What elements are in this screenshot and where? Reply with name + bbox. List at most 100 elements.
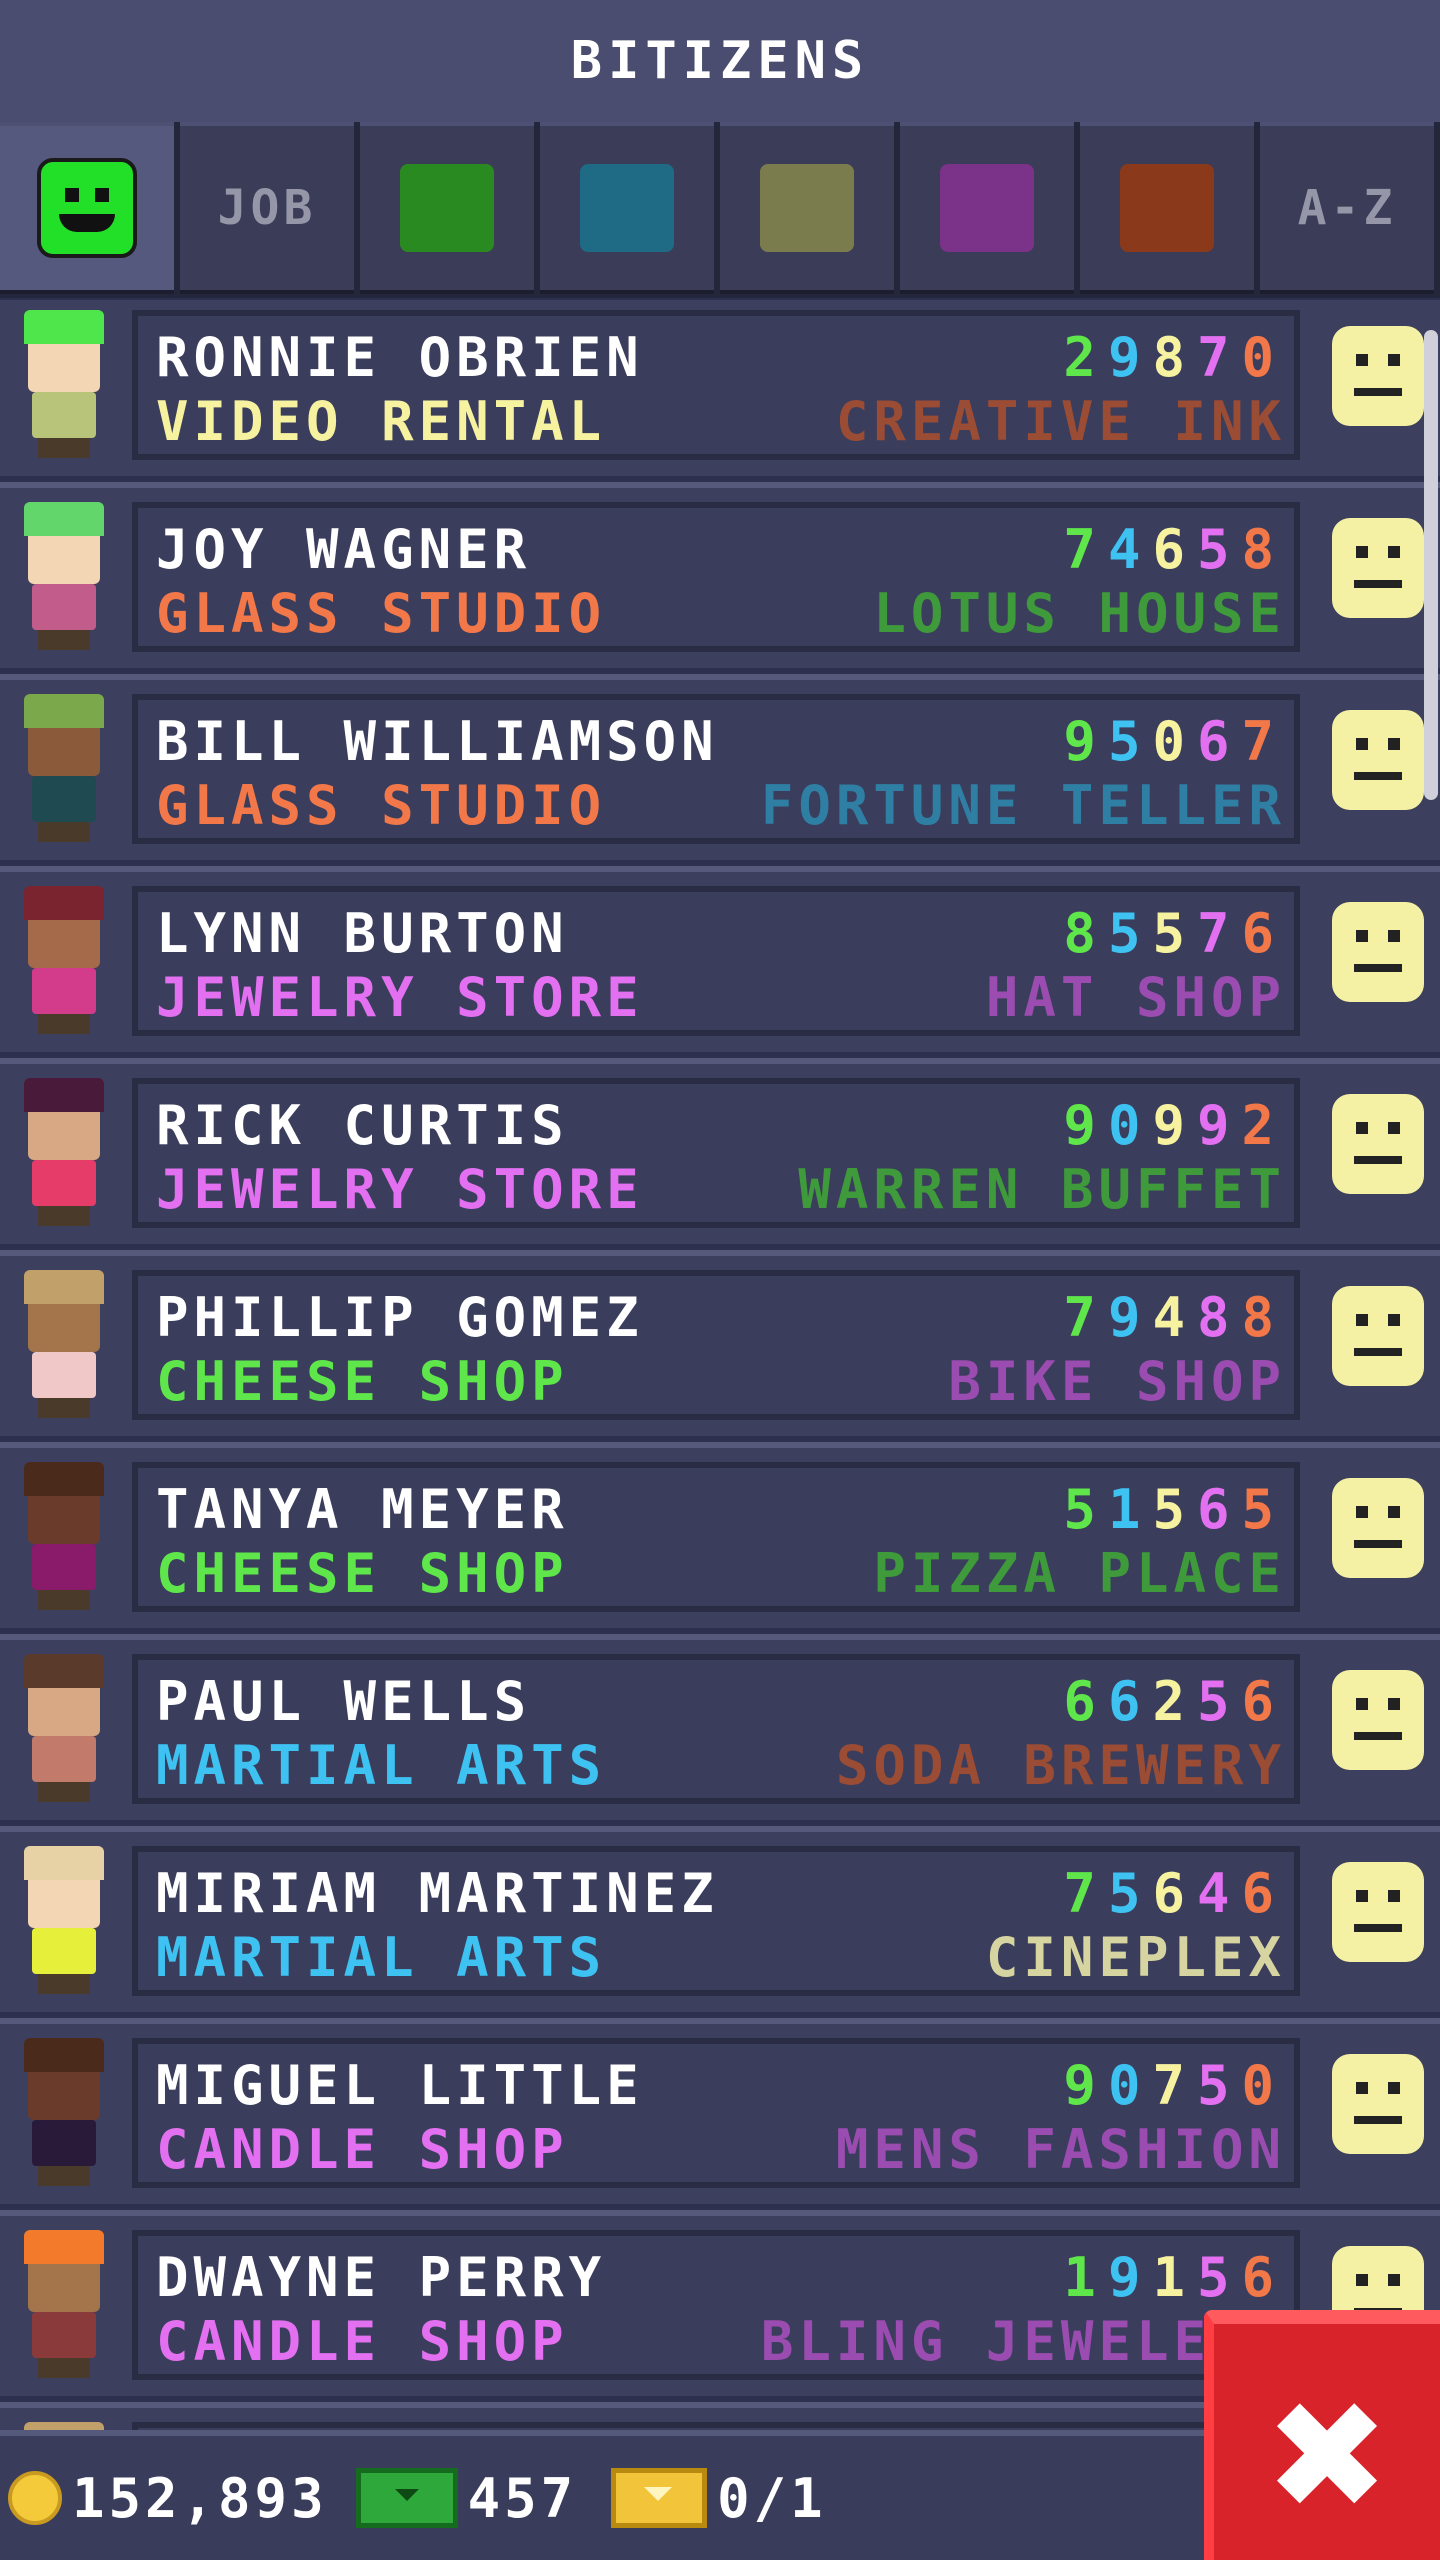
- skill-rating: 4: [1152, 1286, 1197, 1349]
- bitizen-row[interactable]: TANYA MEYER CHEESE SHOP 51565 PIZZA PLACE: [0, 1442, 1440, 1628]
- bitizen-row[interactable]: RONNIE OBRIEN VIDEO RENTAL 29870 CREATIVE I…: [0, 300, 1440, 476]
- current-job: CHEESE SHOP: [156, 1542, 569, 1605]
- current-job: MARTIAL ARTS: [156, 1926, 607, 1989]
- smiley-face-icon: [37, 158, 137, 258]
- bitizen-card: LYDIA WOOD828: [132, 2422, 1300, 2430]
- bitizen-row[interactable]: BILL WILLIAMSON GLASS STUDIO 95067 FORTUNE …: [0, 674, 1440, 860]
- recreation-category-swatch-icon: [760, 164, 854, 252]
- skill-ratings: 74658: [1063, 518, 1286, 581]
- current-job: GLASS STUDIO: [156, 774, 607, 837]
- tab-recreation-category[interactable]: [720, 122, 894, 294]
- bitizen-name: RONNIE OBRIEN: [156, 326, 644, 389]
- skill-rating: 6: [1196, 710, 1242, 773]
- bitizen-avatar: [16, 2038, 112, 2188]
- bitizen-name: DWAYNE PERRY: [156, 2246, 607, 2309]
- retail-category-swatch-icon: [940, 164, 1034, 252]
- neutral-face-icon: [1332, 326, 1424, 426]
- skill-rating: 1: [1152, 2246, 1197, 2309]
- current-job: CHEESE SHOP: [156, 1350, 569, 1413]
- skill-ratings: 79488: [1063, 1286, 1286, 1349]
- neutral-face-icon: [1332, 1478, 1424, 1578]
- scrollbar[interactable]: [1424, 330, 1438, 800]
- skill-rating: 4: [1107, 518, 1153, 581]
- bitizen-name: PAUL WELLS: [156, 1670, 532, 1733]
- bitizen-avatar: [16, 1846, 112, 1996]
- skill-ratings: 51565: [1063, 1478, 1286, 1541]
- bitizen-name: RICK CURTIS: [156, 1094, 569, 1157]
- tab-food-category[interactable]: [360, 122, 534, 294]
- bitizen-row[interactable]: PHILLIP GOMEZ CHEESE SHOP 79488 BIKE SHOP: [0, 1250, 1440, 1436]
- vip-ticket-icon: [611, 2468, 708, 2528]
- skill-rating: 5: [1152, 1478, 1197, 1541]
- skill-rating: 6: [1152, 1862, 1197, 1925]
- neutral-face-icon: [1332, 1670, 1424, 1770]
- skill-ratings: 95067: [1063, 710, 1286, 773]
- bitizen-row[interactable]: MIRIAM MARTINEZ MARTIAL ARTS 75646 CINEPLEX: [0, 1826, 1440, 2012]
- current-job: JEWELRY STORE: [156, 1158, 644, 1221]
- tab-creative-category[interactable]: [1080, 122, 1254, 294]
- skill-rating: 5: [1241, 1478, 1286, 1541]
- bitizen-row[interactable]: MIGUEL LITTLE CANDLE SHOP 90750 MENS FASHIO…: [0, 2018, 1440, 2204]
- skill-rating: 6: [1063, 1670, 1108, 1733]
- vip-count: 0/1: [717, 2466, 827, 2530]
- current-job: CANDLE SHOP: [156, 2310, 569, 2373]
- bitizen-name: MIRIAM MARTINEZ: [156, 1862, 719, 1925]
- neutral-face-icon: [1332, 518, 1424, 618]
- bitizen-row[interactable]: LYNN BURTON JEWELRY STORE 85576 HAT SHOP: [0, 866, 1440, 1052]
- service-category-swatch-icon: [580, 164, 674, 252]
- skill-rating: 8: [1196, 1286, 1242, 1349]
- close-button[interactable]: ✖: [1204, 2310, 1440, 2560]
- coin-icon: [8, 2471, 62, 2525]
- dream-job: HAT SHOP: [985, 966, 1286, 1029]
- bitizen-name: MIGUEL LITTLE: [156, 2054, 644, 2117]
- coins-count: 152,893: [72, 2466, 328, 2530]
- skill-rating: 7: [1152, 2054, 1197, 2117]
- skill-rating: 6: [1152, 518, 1197, 581]
- bitizen-card: RICK CURTIS JEWELRY STORE 90992 WARREN BUFF…: [132, 1078, 1300, 1228]
- bitizen-card: RONNIE OBRIEN VIDEO RENTAL 29870 CREATIVE I…: [132, 310, 1300, 460]
- skill-rating: 7: [1063, 518, 1108, 581]
- bitizen-row[interactable]: JOY WAGNER GLASS STUDIO 74658 LOTUS HOUSE: [0, 482, 1440, 668]
- creative-category-swatch-icon: [1120, 164, 1214, 252]
- current-job: VIDEO RENTAL: [156, 390, 607, 453]
- skill-rating: 5: [1107, 1862, 1153, 1925]
- skill-rating: 9: [1107, 326, 1153, 389]
- tab-service-category[interactable]: [540, 122, 714, 294]
- bitizen-card: PAUL WELLS MARTIAL ARTS 66256 SODA BREWERY: [132, 1654, 1300, 1804]
- neutral-face-icon: [1332, 1862, 1424, 1962]
- current-job: CANDLE SHOP: [156, 2118, 569, 2181]
- food-category-swatch-icon: [400, 164, 494, 252]
- bitizen-avatar: [16, 502, 112, 652]
- dream-job: CREATIVE INK: [835, 390, 1286, 453]
- neutral-face-icon: [1332, 902, 1424, 1002]
- skill-rating: 9: [1196, 1094, 1242, 1157]
- tab-mood[interactable]: [0, 122, 174, 294]
- bux-count: 457: [467, 2466, 578, 2530]
- skill-rating: 6: [1241, 1862, 1286, 1925]
- dream-job: BIKE SHOP: [948, 1350, 1286, 1413]
- bitizen-card: LYNN BURTON JEWELRY STORE 85576 HAT SHOP: [132, 886, 1300, 1036]
- skill-rating: 0: [1241, 326, 1286, 389]
- tab-retail-category[interactable]: [900, 122, 1074, 294]
- dream-job: SODA BREWERY: [835, 1734, 1286, 1797]
- tab-az[interactable]: A-Z: [1260, 122, 1434, 294]
- tab-job[interactable]: JOB: [180, 122, 354, 294]
- skill-rating: 7: [1196, 326, 1242, 389]
- dream-job: FORTUNE TELLER: [760, 774, 1286, 837]
- skill-rating: 9: [1063, 710, 1108, 773]
- tab-label: JOB: [217, 180, 317, 236]
- skill-rating: 8: [1063, 902, 1108, 965]
- bitizen-avatar: [16, 310, 112, 460]
- skill-rating: 5: [1196, 2054, 1242, 2117]
- bitizen-card: MIRIAM MARTINEZ MARTIAL ARTS 75646 CINEPLEX: [132, 1846, 1300, 1996]
- bitizen-name: JOY WAGNER: [156, 518, 532, 581]
- skill-rating: 6: [1241, 2246, 1286, 2309]
- bitizen-card: DWAYNE PERRY CANDLE SHOP 19156 BLING JEWELE…: [132, 2230, 1300, 2380]
- skill-rating: 0: [1107, 1094, 1153, 1157]
- skill-rating: 0: [1152, 710, 1197, 773]
- page-title: BITIZENS: [570, 31, 870, 91]
- bitizen-list[interactable]: RONNIE OBRIEN VIDEO RENTAL 29870 CREATIVE I…: [0, 300, 1440, 2430]
- bitizen-row[interactable]: RICK CURTIS JEWELRY STORE 90992 WARREN BUFF…: [0, 1058, 1440, 1244]
- bitizen-row[interactable]: PAUL WELLS MARTIAL ARTS 66256 SODA BREWERY: [0, 1634, 1440, 1820]
- bitizen-name: PHILLIP GOMEZ: [156, 1286, 644, 1349]
